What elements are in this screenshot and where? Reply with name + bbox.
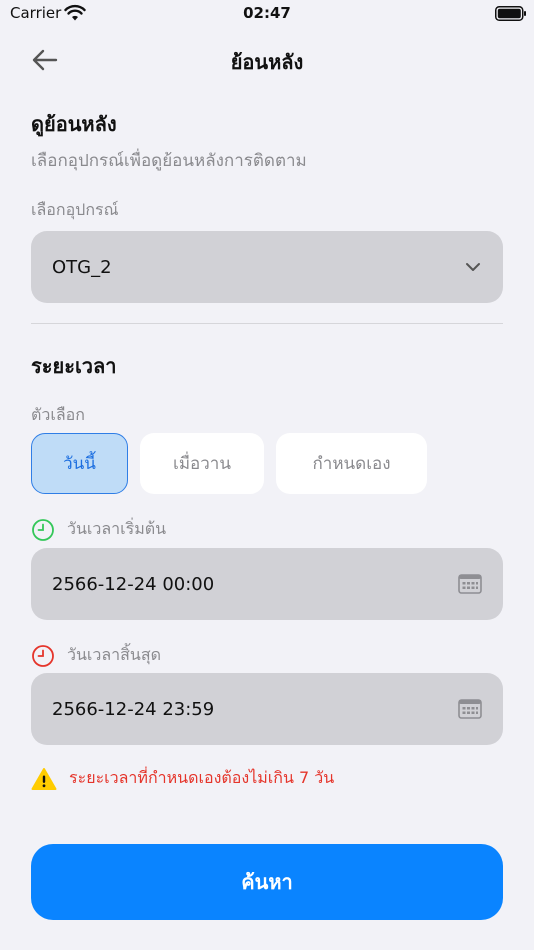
- battery-icon: [495, 6, 526, 21]
- history-subtitle: เลือกอุปกรณ์เพื่อดูย้อนหลังการติดตาม: [31, 151, 307, 171]
- start-datetime-field[interactable]: 2566-12-24 00:00: [31, 548, 503, 620]
- end-datetime-field[interactable]: 2566-12-24 23:59: [31, 673, 503, 745]
- end-datetime-value: 2566-12-24 23:59: [52, 698, 215, 720]
- clock-end-icon: [32, 644, 54, 667]
- calendar-icon: [458, 699, 482, 719]
- option-custom-chip[interactable]: กำหนดเอง: [276, 433, 427, 494]
- start-datetime-value: 2566-12-24 00:00: [52, 573, 215, 595]
- option-yesterday-chip[interactable]: เมื่อวาน: [140, 433, 264, 494]
- end-time-label: วันเวลาสิ้นสุด: [67, 645, 162, 664]
- calendar-icon: [458, 574, 482, 594]
- period-options: วันนี้ เมื่อวาน กำหนดเอง: [31, 433, 427, 494]
- search-button[interactable]: ค้นหา: [31, 844, 503, 920]
- divider: [31, 323, 503, 324]
- chevron-down-icon: [466, 263, 480, 271]
- start-time-label-row: วันเวลาเริ่มต้น: [31, 517, 166, 542]
- warning-icon: [31, 767, 57, 790]
- period-section-title: ระยะเวลา: [31, 354, 117, 378]
- warning-message-row: ระยะเวลาที่กำหนดเองต้องไม่เกิน 7 วัน: [31, 766, 334, 791]
- warning-text: ระยะเวลาที่กำหนดเองต้องไม่เกิน 7 วัน: [69, 768, 335, 787]
- device-value: OTG_2: [52, 256, 112, 278]
- device-dropdown[interactable]: OTG_2: [31, 231, 503, 303]
- start-time-label: วันเวลาเริ่มต้น: [67, 519, 167, 538]
- device-label: เลือกอุปกรณ์: [31, 200, 119, 219]
- options-label: ตัวเลือก: [31, 405, 85, 424]
- option-today-chip[interactable]: วันนี้: [31, 433, 128, 494]
- end-time-label-row: วันเวลาสิ้นสุด: [31, 643, 161, 668]
- status-time: 02:47: [243, 4, 291, 22]
- clock-start-icon: [32, 518, 54, 541]
- page-title: ย้อนหลัง: [230, 50, 304, 74]
- history-section-title: ดูย้อนหลัง: [31, 112, 117, 136]
